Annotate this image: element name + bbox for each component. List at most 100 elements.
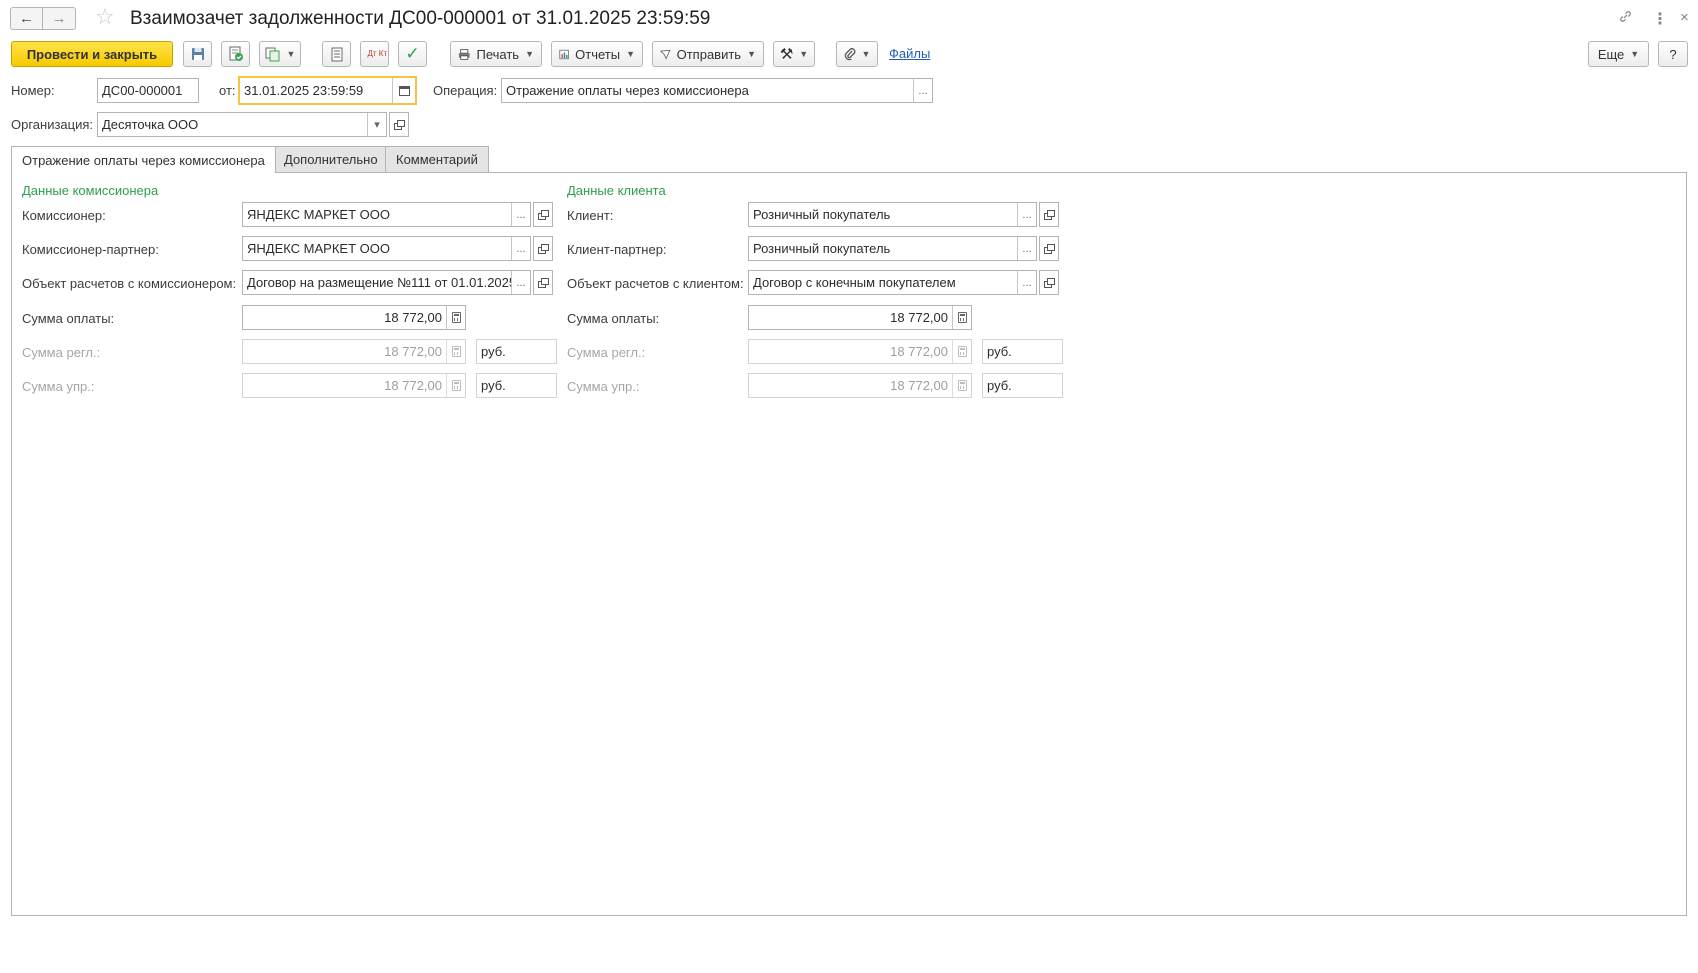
client-label: Клиент: (567, 208, 614, 223)
post-button[interactable] (221, 41, 250, 67)
tab-additional[interactable]: Дополнительно (273, 146, 389, 172)
commissioner-pay-sum-field[interactable]: 18 772,00 (242, 305, 466, 330)
tab-payment-via-commissioner[interactable]: Отражение оплаты через комиссионера (11, 146, 276, 173)
more-button[interactable]: Еще ▼ (1588, 41, 1649, 67)
calculator-icon (952, 340, 971, 363)
forward-button[interactable]: → (43, 7, 76, 30)
chevron-down-icon: ▼ (747, 49, 756, 59)
client-reg-currency-field: руб. (982, 339, 1063, 364)
commissioner-pay-sum-label: Сумма оплаты: (22, 311, 115, 326)
client-reg-sum-label: Сумма регл.: (567, 345, 646, 360)
calculator-icon[interactable] (952, 306, 971, 329)
date-label: от: (219, 83, 236, 98)
chevron-down-icon: ▼ (799, 49, 809, 59)
chevron-down-icon: ▼ (286, 49, 296, 59)
journal-icon (331, 47, 342, 61)
close-icon[interactable]: × (1680, 9, 1689, 26)
commissioner-field[interactable]: ЯНДЕКС МАРКЕТ ООО ... (242, 202, 531, 227)
chevron-down-icon: ▼ (626, 49, 635, 59)
checkmark-icon: ✓ (405, 44, 420, 63)
operation-field[interactable]: Отражение оплаты через комиссионера ... (501, 78, 933, 103)
select-ellipsis-icon[interactable]: ... (1017, 203, 1036, 226)
calculator-icon (952, 374, 971, 397)
commissioner-mgmt-sum-label: Сумма упр.: (22, 379, 95, 394)
commissioner-mgmt-currency-field: руб. (476, 373, 557, 398)
organization-label: Организация: (11, 117, 94, 132)
commissioner-reg-sum-label: Сумма регл.: (22, 345, 101, 360)
print-button[interactable]: Печать ▼ (450, 41, 542, 67)
select-ellipsis-icon[interactable]: ... (511, 271, 530, 294)
open-commissioner-partner-button[interactable] (533, 236, 553, 261)
open-commissioner-button[interactable] (533, 202, 553, 227)
paperclip-icon (844, 48, 855, 61)
number-label: Номер: (11, 83, 55, 98)
commissioner-object-field[interactable]: Договор на размещение №111 от 01.01.2025… (242, 270, 531, 295)
help-button[interactable]: ? (1658, 41, 1688, 67)
commissioner-partner-field[interactable]: ЯНДЕКС МАРКЕТ ООО ... (242, 236, 531, 261)
document-journal-button[interactable] (322, 41, 351, 67)
open-window-icon (1044, 278, 1055, 288)
select-ellipsis-icon[interactable]: ... (913, 79, 932, 102)
check-button[interactable]: ✓ (398, 41, 427, 67)
arrow-right-icon: → (51, 10, 67, 27)
commissioner-reg-sum-field: 18 772,00 (242, 339, 466, 364)
open-window-icon (1044, 210, 1055, 220)
date-field[interactable]: 31.01.2025 23:59:59 (238, 76, 417, 105)
save-button[interactable] (183, 41, 212, 67)
select-ellipsis-icon[interactable]: ... (511, 203, 530, 226)
kebab-menu-icon[interactable]: ⋮ (1652, 9, 1668, 29)
commissioner-object-label: Объект расчетов с комиссионером: (22, 276, 237, 291)
client-mgmt-sum-label: Сумма упр.: (567, 379, 640, 394)
open-client-partner-button[interactable] (1039, 236, 1059, 261)
post-and-close-button[interactable]: Провести и закрыть (11, 41, 173, 67)
open-window-icon (538, 278, 549, 288)
calculator-icon[interactable] (446, 306, 465, 329)
client-pay-sum-field[interactable]: 18 772,00 (748, 305, 972, 330)
tools-button[interactable]: ⚒ ▼ (773, 41, 815, 67)
chevron-down-icon: ▼ (525, 49, 534, 59)
organization-field[interactable]: Десяточка ООО ▾ (97, 112, 387, 137)
open-commissioner-object-button[interactable] (533, 270, 553, 295)
client-mgmt-sum-field: 18 772,00 (748, 373, 972, 398)
client-field[interactable]: Розничный покупатель ... (748, 202, 1037, 227)
operation-label: Операция: (433, 83, 498, 98)
create-based-on-icon (265, 47, 280, 61)
dropdown-arrow-icon[interactable]: ▾ (367, 113, 386, 136)
commissioner-mgmt-sum-field: 18 772,00 (242, 373, 466, 398)
back-button[interactable]: ← (10, 7, 43, 30)
reports-button[interactable]: Отчеты ▼ (551, 41, 643, 67)
attach-button[interactable]: ▼ (836, 41, 878, 67)
link-icon[interactable] (1618, 9, 1633, 28)
calculator-icon (446, 374, 465, 397)
open-organization-button[interactable] (389, 112, 409, 137)
dt-kt-icon: Дт Кт (367, 49, 388, 58)
tab-comment[interactable]: Комментарий (385, 146, 489, 172)
select-ellipsis-icon[interactable]: ... (1017, 237, 1036, 260)
star-icon[interactable]: ☆ (95, 6, 115, 28)
dt-kt-button[interactable]: Дт Кт (360, 41, 389, 67)
client-object-label: Объект расчетов с клиентом: (567, 276, 744, 291)
client-partner-field[interactable]: Розничный покупатель ... (748, 236, 1037, 261)
calendar-icon[interactable] (392, 78, 415, 103)
open-client-object-button[interactable] (1039, 270, 1059, 295)
commissioner-label: Комиссионер: (22, 208, 106, 223)
post-document-icon (229, 46, 243, 61)
open-client-button[interactable] (1039, 202, 1059, 227)
create-based-on-button[interactable]: ▼ (259, 41, 301, 67)
files-link[interactable]: Файлы (889, 46, 930, 61)
send-button[interactable]: Отправить ▼ (652, 41, 764, 67)
select-ellipsis-icon[interactable]: ... (511, 237, 530, 260)
commissioner-reg-currency-field: руб. (476, 339, 557, 364)
send-icon (660, 49, 671, 60)
chevron-down-icon: ▼ (861, 49, 871, 59)
page-title: Взаимозачет задолженности ДС00-000001 от… (130, 8, 711, 29)
commissioner-partner-label: Комиссионер-партнер: (22, 242, 159, 257)
number-field[interactable]: ДС00-000001 (97, 78, 199, 103)
client-group-title: Данные клиента (567, 183, 666, 198)
calculator-icon (446, 340, 465, 363)
open-window-icon (1044, 244, 1055, 254)
client-object-field[interactable]: Договор с конечным покупателем ... (748, 270, 1037, 295)
client-pay-sum-label: Сумма оплаты: (567, 311, 660, 326)
client-mgmt-currency-field: руб. (982, 373, 1063, 398)
select-ellipsis-icon[interactable]: ... (1017, 271, 1036, 294)
